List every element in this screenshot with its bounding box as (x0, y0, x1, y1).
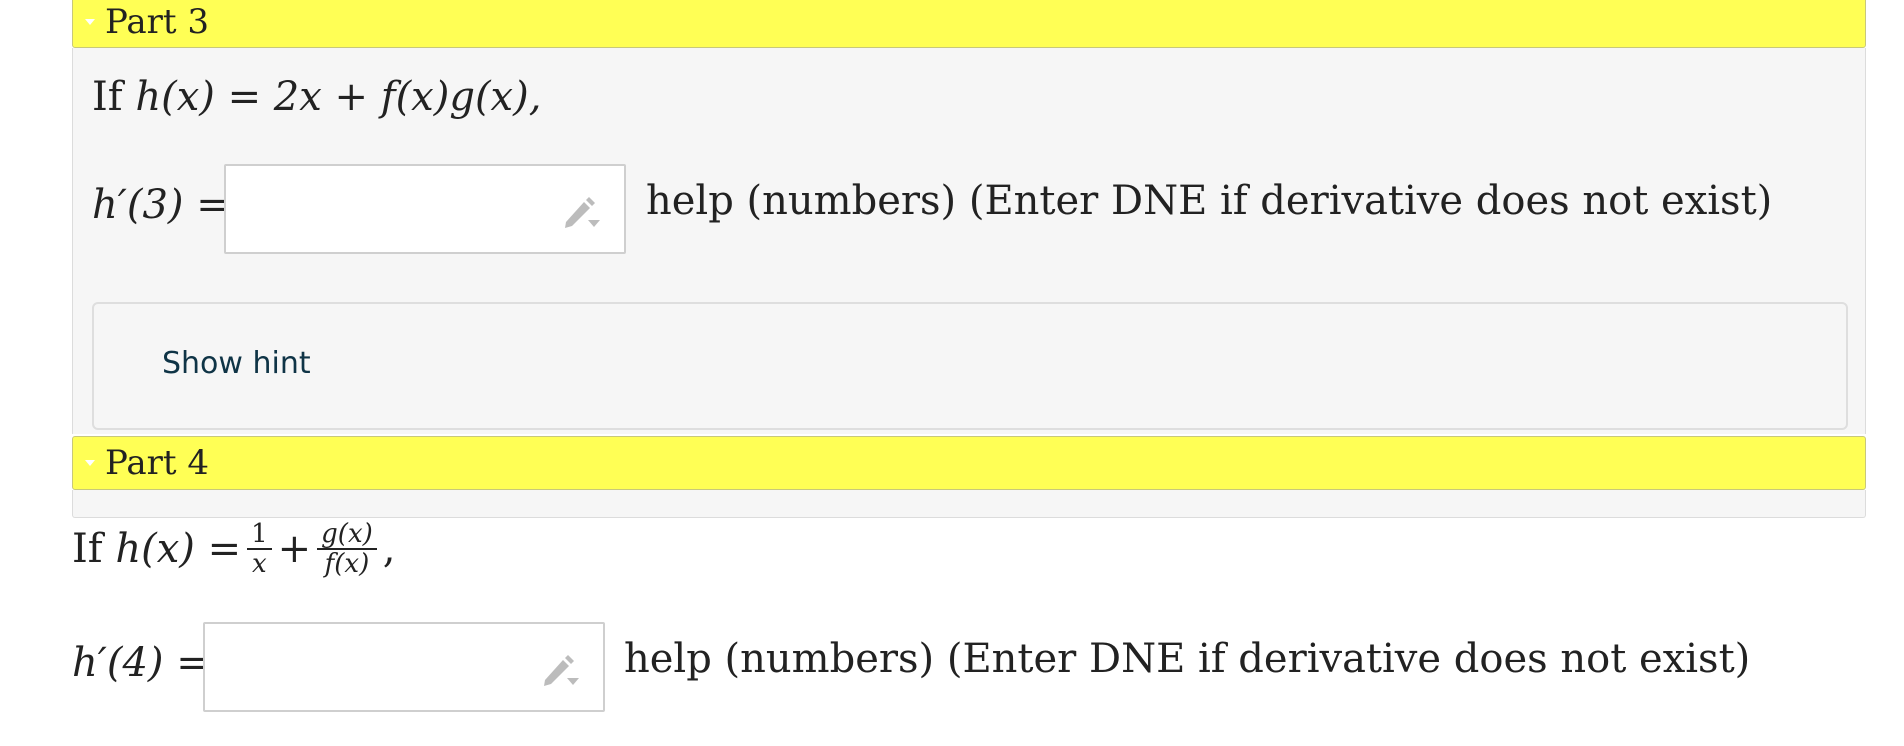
statement-tail: , (382, 526, 396, 572)
caret-down-icon (85, 19, 95, 25)
part4-body (72, 490, 1866, 518)
statement-prefix: If (92, 74, 123, 120)
part4-answer-input[interactable] (203, 622, 605, 712)
answer-label: h′(4) = (72, 640, 210, 686)
statement-prefix: If (72, 526, 103, 572)
frac2-denominator: f(x) (324, 549, 370, 579)
part3-statement: If h(x) = 2x + f(x)g(x), (92, 74, 541, 120)
part4-answer-label: h′(4) = (72, 640, 210, 686)
pencil-icon[interactable] (562, 192, 602, 230)
frac2-numerator: g(x) (317, 520, 377, 550)
part3-header[interactable]: Part 3 (72, 0, 1866, 48)
part4-header[interactable]: Part 4 (72, 436, 1866, 490)
show-hint-button[interactable]: Show hint (162, 346, 311, 381)
part3-hint-panel: Show hint (92, 302, 1848, 430)
fraction-two: g(x) f(x) (317, 520, 377, 578)
part3-title: Part 3 (105, 2, 209, 42)
part4-title: Part 4 (105, 443, 209, 483)
statement-math: h(x) = 2x + f(x)g(x), (135, 74, 542, 120)
answer-label: h′(3) = (92, 182, 230, 228)
pencil-icon[interactable] (541, 650, 581, 688)
part3-help-text[interactable]: help (numbers) (Enter DNE if derivative … (646, 178, 1772, 224)
part4-help-text[interactable]: help (numbers) (Enter DNE if derivative … (624, 636, 1750, 682)
frac1-numerator: 1 (247, 520, 272, 550)
statement-lhs: h(x) = (115, 526, 242, 572)
part3-answer-label: h′(3) = (92, 182, 230, 228)
part3-answer-input[interactable] (224, 164, 626, 254)
caret-down-icon (85, 460, 95, 466)
fraction-one: 1 x (247, 520, 272, 578)
plus-sign: + (277, 526, 312, 572)
frac1-denominator: x (252, 549, 267, 579)
part4-statement: If h(x) = 1 x + g(x) f(x) , (72, 520, 395, 578)
